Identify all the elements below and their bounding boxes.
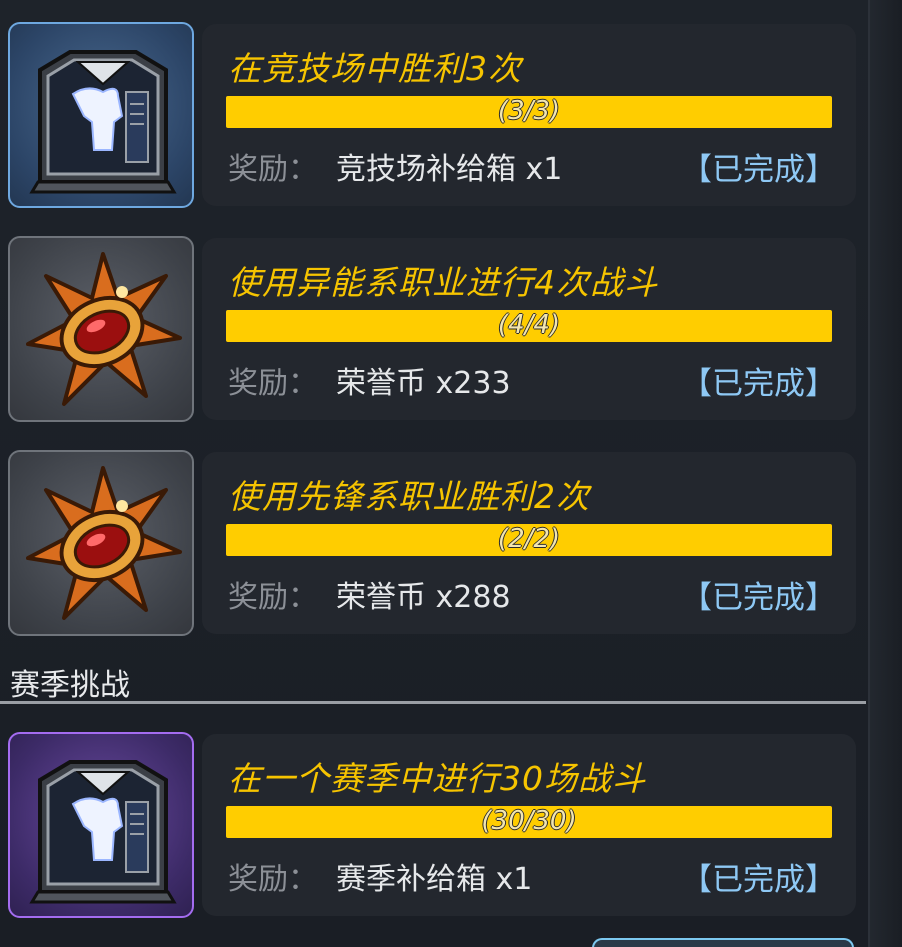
progress-text: (3/3)	[497, 96, 561, 126]
reward-icon-tile[interactable]	[8, 22, 194, 208]
task-panel: 在一个赛季中进行30场战斗 (30/30) 奖励： 赛季补给箱 x1 【已完成】	[202, 734, 856, 916]
reward-value: 赛季补给箱 x1	[336, 862, 533, 897]
task-panel: 在竞技场中胜利3次 (3/3) 奖励： 竞技场补给箱 x1 【已完成】	[202, 24, 856, 206]
reward-label: 奖励：	[228, 580, 318, 615]
task-card: 使用异能系职业进行4次战斗 (4/4) 奖励： 荣誉币 x233 【已完成】	[6, 236, 856, 424]
honor-coin-icon	[18, 460, 188, 630]
task-card: 使用先锋系职业胜利2次 (2/2) 奖励： 荣誉币 x288 【已完成】	[6, 450, 856, 638]
progress-bar: (30/30)	[226, 806, 832, 838]
progress-text: (2/2)	[497, 524, 561, 554]
reward-icon-tile[interactable]	[8, 732, 194, 918]
task-panel: 使用异能系职业进行4次战斗 (4/4) 奖励： 荣誉币 x233 【已完成】	[202, 238, 856, 420]
reward-label: 奖励：	[228, 366, 318, 401]
reward-icon-tile[interactable]	[8, 450, 194, 636]
completed-status: 【已完成】	[681, 580, 836, 616]
task-panel: 使用先锋系职业胜利2次 (2/2) 奖励： 荣誉币 x288 【已完成】	[202, 452, 856, 634]
section-title-season-challenge: 赛季挑战	[10, 668, 130, 703]
reward-icon-tile[interactable]	[8, 236, 194, 422]
task-list-screen: 在竞技场中胜利3次 (3/3) 奖励： 竞技场补给箱 x1 【已完成】 使用异能…	[0, 0, 902, 947]
supply-crate-icon	[18, 32, 188, 202]
task-title: 在竞技场中胜利3次	[228, 49, 522, 88]
progress-text: (4/4)	[497, 310, 561, 340]
reward-value: 竞技场补给箱 x1	[336, 152, 563, 187]
reward-label: 奖励：	[228, 152, 318, 187]
completed-status: 【已完成】	[681, 152, 836, 188]
task-title: 使用异能系职业进行4次战斗	[228, 263, 658, 302]
bottom-action-button[interactable]	[592, 938, 854, 947]
task-card: 在竞技场中胜利3次 (3/3) 奖励： 竞技场补给箱 x1 【已完成】	[6, 22, 856, 210]
supply-crate-icon	[18, 742, 188, 912]
progress-bar: (4/4)	[226, 310, 832, 342]
completed-status: 【已完成】	[681, 862, 836, 898]
task-card: 在一个赛季中进行30场战斗 (30/30) 奖励： 赛季补给箱 x1 【已完成】	[6, 732, 856, 920]
reward-value: 荣誉币 x288	[336, 580, 511, 615]
progress-bar: (3/3)	[226, 96, 832, 128]
section-divider	[0, 701, 866, 704]
honor-coin-icon	[18, 246, 188, 416]
completed-status: 【已完成】	[681, 366, 836, 402]
scroll-track[interactable]	[868, 0, 902, 947]
reward-value: 荣誉币 x233	[336, 366, 511, 401]
task-title: 使用先锋系职业胜利2次	[228, 477, 590, 516]
reward-label: 奖励：	[228, 862, 318, 897]
progress-bar: (2/2)	[226, 524, 832, 556]
task-title: 在一个赛季中进行30场战斗	[228, 759, 646, 798]
progress-text: (30/30)	[481, 806, 577, 836]
